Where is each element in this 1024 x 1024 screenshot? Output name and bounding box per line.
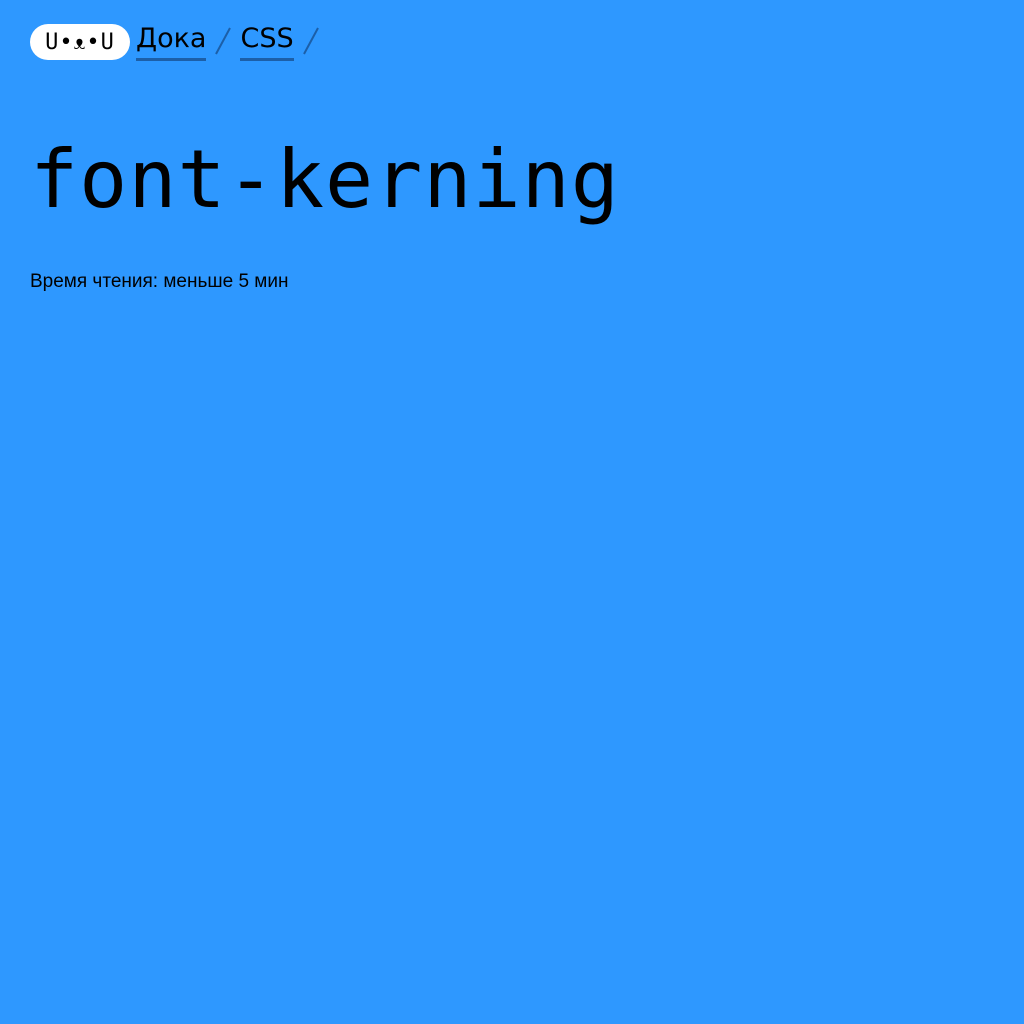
logo-icon: U•ᴥ•U: [45, 30, 115, 55]
breadcrumb-link-doka[interactable]: Дока: [136, 22, 207, 61]
breadcrumb-separator-icon: [210, 22, 236, 60]
logo-home-link[interactable]: U•ᴥ•U: [30, 24, 130, 60]
reading-time: Время чтения: меньше 5 мин: [30, 271, 289, 292]
breadcrumb: U•ᴥ•U Дока CSS: [30, 22, 328, 62]
breadcrumb-link-css[interactable]: CSS: [240, 22, 294, 61]
page-title: font-kerning: [30, 133, 620, 226]
breadcrumb-separator-icon: [298, 22, 324, 60]
